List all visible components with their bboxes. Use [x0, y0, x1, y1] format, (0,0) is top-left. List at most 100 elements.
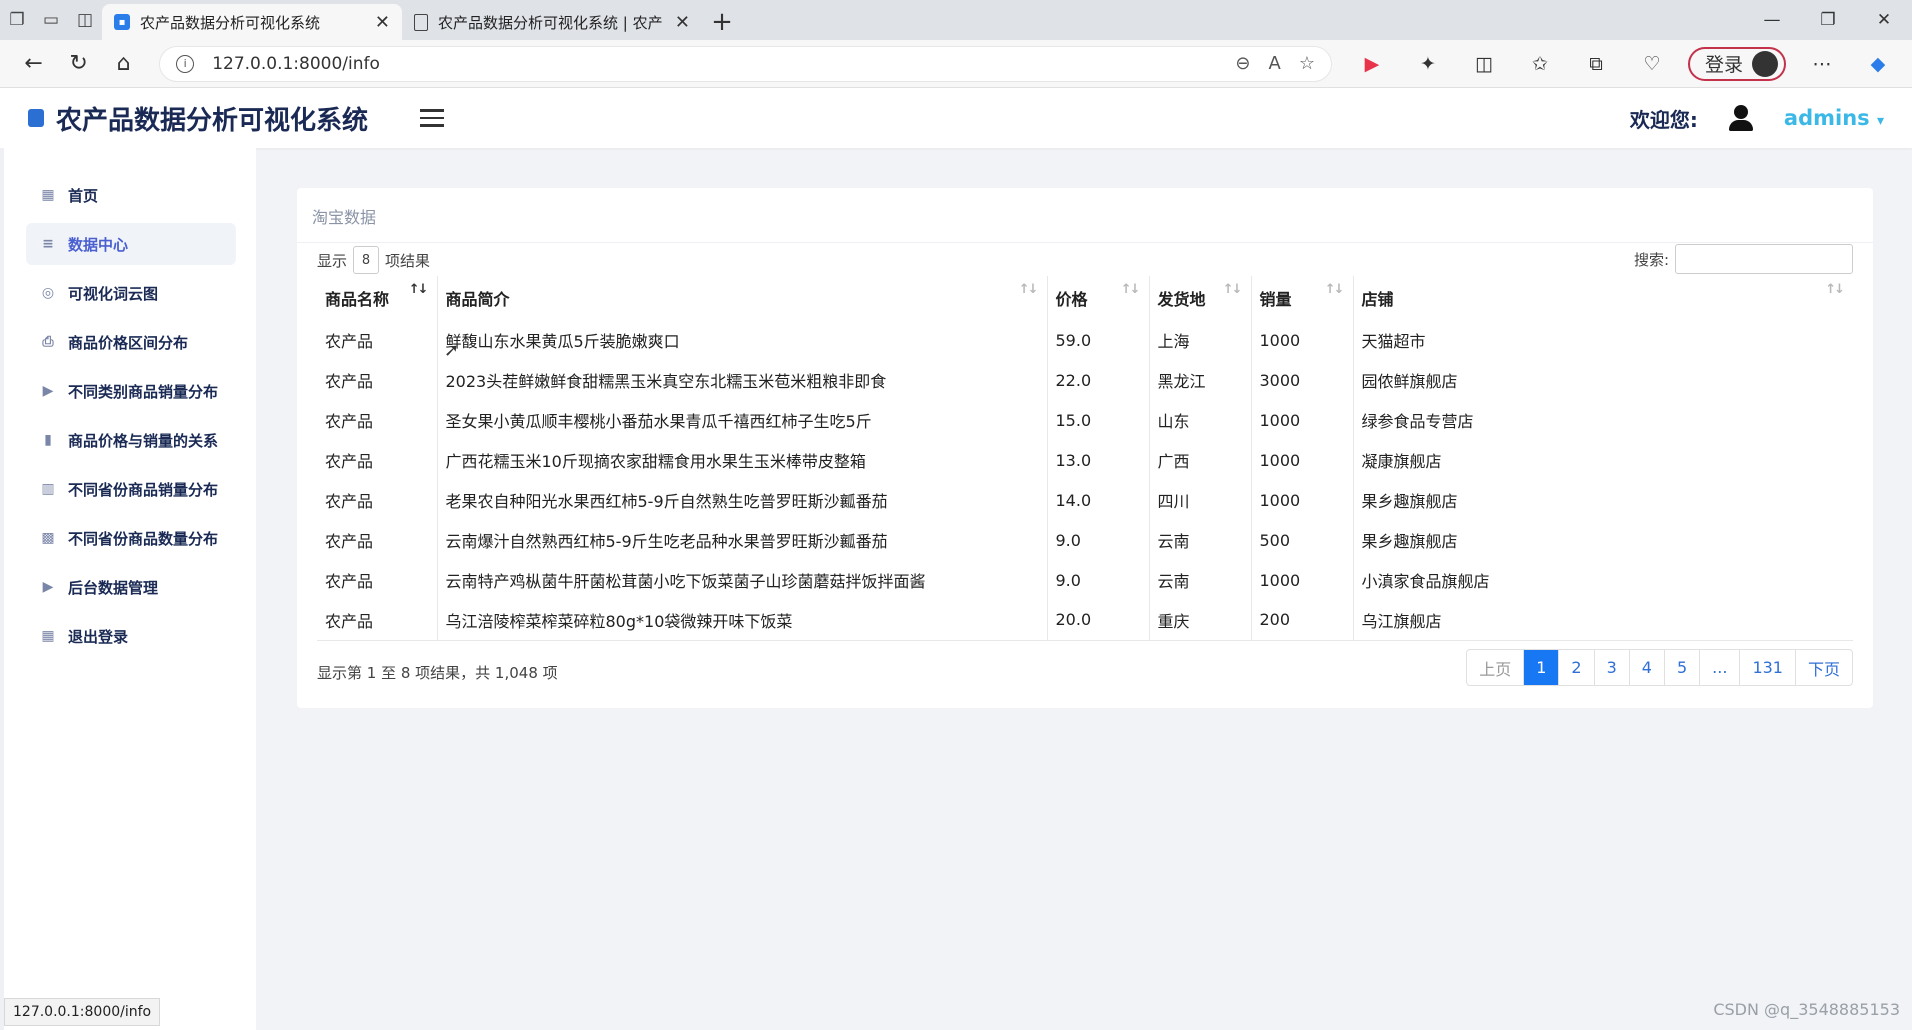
menu-toggle-icon[interactable] [420, 109, 445, 127]
sidebar-item[interactable]: ◎ 可视化词云图 [26, 272, 236, 314]
page-button[interactable]: 2 [1558, 650, 1593, 685]
page-ellipsis: ... [1699, 650, 1739, 685]
table-cell: 59.0 [1046, 320, 1149, 360]
prev-page-button[interactable]: 上页 [1467, 650, 1523, 685]
sidebar-item[interactable]: ▮ 商品价格与销量的关系 [26, 419, 236, 461]
table-cell: 15.0 [1046, 400, 1149, 440]
search-label: 搜索: [1633, 250, 1669, 269]
new-tab-icon[interactable]: + [702, 4, 742, 40]
read-aloud-icon[interactable]: A [1269, 53, 1281, 74]
login-label: 登录 [1704, 54, 1743, 76]
wordpress-icon: ◎ [41, 285, 55, 301]
table-cell: 200 [1250, 600, 1353, 641]
table-cell: 1000 [1250, 320, 1353, 360]
sort-arrows-icon[interactable]: ↑↓ [1223, 282, 1243, 297]
play-icon: ▶ [42, 383, 54, 399]
table-cell: 黑龙江 [1148, 360, 1251, 400]
page-length-select[interactable]: 8 [353, 246, 380, 274]
favorite-star-icon[interactable]: ☆ [1299, 53, 1315, 74]
table-cell: 农产品 [325, 332, 374, 351]
sidebar-item[interactable]: ≡ 数据中心 [26, 223, 236, 265]
sort-arrows-icon[interactable]: ↑↓ [1825, 282, 1845, 297]
column-header[interactable]: 价格 ↑↓ [1046, 276, 1149, 320]
workspaces-icon[interactable]: ❐ [0, 0, 34, 40]
sidebar-item-label: 数据中心 [68, 235, 129, 254]
page-button[interactable]: 3 [1593, 650, 1629, 685]
table-row: 农产品 广西花糯玉米10斤现摘农家甜糯食用水果生玉米棒带皮整箱 13.0 广西 1000… [317, 440, 1853, 480]
sidebar-item[interactable]: ▦ 首页 [26, 174, 236, 216]
user-menu-dropdown[interactable]: admins ▾ [1784, 106, 1884, 130]
close-window-icon[interactable]: ✕ [1856, 0, 1912, 40]
address-bar[interactable]: i 127.0.0.1:8000/info ⊖ A ☆ [159, 45, 1332, 82]
sidebar-item[interactable]: ▥ 不同省份商品销量分布 [26, 468, 236, 510]
table-cell: 3000 [1250, 360, 1353, 400]
sidebar-item[interactable]: ▶ 后台数据管理 [26, 566, 236, 608]
more-menu-icon[interactable]: ⋯ [1802, 44, 1842, 84]
pinned-tab-icon[interactable]: ◫ [68, 0, 102, 40]
watermark: CSDN @q_3548885153 [1713, 1000, 1900, 1019]
favorites-icon[interactable]: ✩ [1520, 44, 1560, 84]
tab-title: 农产品数据分析可视化系统 | 农产 [438, 13, 663, 32]
url-text[interactable]: 127.0.0.1:8000/info [212, 54, 1217, 74]
page-button[interactable]: 5 [1663, 650, 1699, 685]
extensions-icon[interactable]: ✦ [1408, 44, 1448, 84]
split-screen-icon[interactable]: ◫ [1464, 44, 1504, 84]
copilot-icon[interactable]: ◆ [1858, 44, 1898, 84]
reload-icon[interactable]: ↻ [59, 44, 98, 84]
sort-arrows-icon[interactable]: ↑↓ [1019, 282, 1039, 297]
page-button[interactable]: 131 [1739, 650, 1795, 685]
table-cell: 乌江涪陵榨菜榨菜碎粒80g*10袋微辣开味下饭菜 [436, 600, 1047, 641]
search-input[interactable] [1675, 244, 1853, 274]
column-header[interactable]: 店铺 ↑↓ [1352, 276, 1853, 320]
table-cell: 1000 [1250, 480, 1353, 520]
home-icon[interactable]: ⌂ [104, 44, 143, 84]
table-body: 农产品 鲜馥山东水果黄瓜5斤装脆嫩爽口 59.0 上海 1000 天猫超市 农产品 2023头… [317, 320, 1853, 641]
site-info-icon[interactable]: i [176, 54, 195, 73]
restore-icon[interactable]: ❐ [1800, 0, 1856, 40]
app-title[interactable]: 农产品数据分析可视化系统 [56, 100, 368, 137]
browser-tab[interactable]: 农产品数据分析可视化系统 | 农产 ✕ [402, 4, 702, 40]
welcome-text: 欢迎您: [1629, 107, 1698, 132]
table-cell: 老果农自种阳光水果西红柿5-9斤自然熟生吃普罗旺斯沙瓤番茄 [436, 480, 1047, 520]
table-cell: 上海 [1148, 320, 1251, 360]
table-cell: 22.0 [1046, 360, 1149, 400]
sidebar-item[interactable]: ▶ 不同类别商品销量分布 [26, 370, 236, 412]
sidebar-item[interactable]: ▩ 不同省份商品数量分布 [26, 517, 236, 559]
table-cell: 20.0 [1046, 600, 1149, 641]
next-page-button[interactable]: 下页 [1794, 650, 1852, 685]
column-header-label: 价格 [1055, 290, 1088, 309]
collections-icon[interactable]: ⧉ [1576, 44, 1616, 84]
browser-tab-active[interactable]: ▪ 农产品数据分析可视化系统 ✕ [102, 4, 402, 40]
sort-arrows-icon[interactable]: ↑↓ [409, 282, 429, 297]
table-cell: 农产品 [325, 372, 374, 391]
user-icon [1726, 103, 1756, 133]
map-filled-icon: ▩ [41, 530, 55, 546]
minimize-icon[interactable]: — [1744, 0, 1800, 40]
profile-login-button[interactable]: 登录 [1687, 46, 1786, 81]
browser-essentials-icon[interactable]: ♡ [1632, 44, 1672, 84]
back-icon[interactable]: ← [14, 44, 53, 84]
database-icon: ≡ [42, 236, 54, 252]
zoom-out-icon[interactable]: ⊖ [1235, 53, 1250, 74]
media-extension-icon[interactable]: ▶ [1352, 44, 1392, 84]
column-header[interactable]: 发货地 ↑↓ [1148, 276, 1251, 320]
table-cell: 农产品 [325, 532, 374, 551]
page-button[interactable]: 4 [1628, 650, 1664, 685]
close-tab-icon[interactable]: ✕ [675, 12, 690, 33]
column-header[interactable]: 销量 ↑↓ [1250, 276, 1353, 320]
card-divider [297, 242, 1873, 243]
column-header[interactable]: 商品简介 ↑↓ [436, 276, 1047, 320]
table-cell: 14.0 [1046, 480, 1149, 520]
sidebar-item[interactable]: ⎙ 商品价格区间分布 [26, 321, 236, 363]
table-cell: 13.0 [1046, 440, 1149, 480]
column-header[interactable]: 商品名称 ↑↓ [317, 276, 437, 320]
sidebar-item[interactable]: ▦ 退出登录 [26, 615, 236, 657]
sort-arrows-icon[interactable]: ↑↓ [1121, 282, 1141, 297]
page-button[interactable]: 1 [1523, 650, 1559, 685]
close-tab-icon[interactable]: ✕ [375, 12, 390, 33]
tab-actions-icon[interactable]: ▭ [34, 0, 68, 40]
sort-arrows-icon[interactable]: ↑↓ [1325, 282, 1345, 297]
brand-logo-icon [28, 109, 44, 127]
table-cell: 农产品 [325, 492, 374, 511]
sidebar-item-label: 退出登录 [68, 627, 129, 646]
